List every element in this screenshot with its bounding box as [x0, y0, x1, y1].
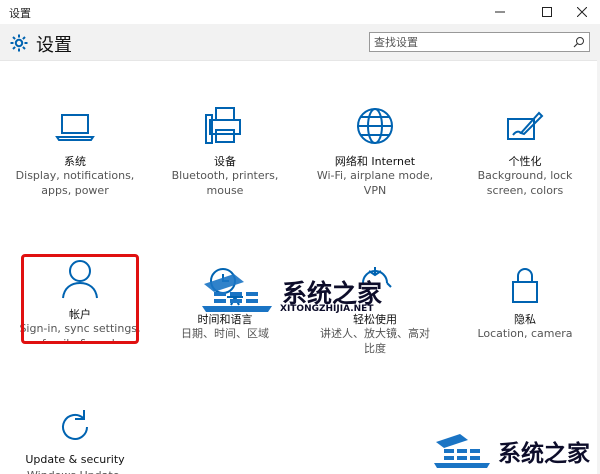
tile-desc-line: screen, colors: [486, 184, 564, 197]
maximize-icon: [542, 7, 552, 17]
page-title: 设置: [36, 35, 72, 56]
close-button[interactable]: [562, 0, 600, 24]
tile-desc-line: Bluetooth, printers,: [171, 169, 279, 182]
accounts-highlight-box: [21, 254, 139, 344]
tile-title: Update & security: [25, 453, 125, 466]
minimize-icon: [495, 11, 505, 13]
tile-desc-line: Location, camera: [477, 327, 573, 340]
tile-desc-line: mouse: [206, 184, 244, 197]
tile-title: 个性化: [508, 155, 542, 168]
tile-desc-line: VPN: [363, 184, 387, 197]
laptop-icon: [55, 114, 95, 141]
gear-icon: [10, 34, 28, 52]
tile-desc-line: 讲述人、放大镜、高对: [320, 327, 430, 340]
tile-title: 设备: [214, 155, 236, 168]
minimize-button[interactable]: [480, 0, 520, 24]
tile-desc-line: Windows Update,: [5, 468, 145, 474]
tile-desc-line: apps, power: [41, 184, 109, 197]
lock-icon: [512, 268, 538, 303]
tile-desc-line: 比度: [364, 342, 386, 355]
tile-title: 隐私: [514, 313, 536, 326]
globe-icon: [357, 108, 393, 144]
printer-icon: [205, 107, 241, 144]
watermark-logo-icon: [434, 434, 490, 468]
tile-network[interactable]: 网络和 Internet Wi-Fi, airplane mode, VPN: [305, 105, 445, 205]
maximize-button[interactable]: [527, 0, 567, 24]
tile-update-security[interactable]: Update & security Windows Update,: [5, 405, 145, 474]
watermark-center: 系统之家 XITONGZHIJIA.NET: [200, 270, 410, 315]
tile-title: 系统: [64, 155, 86, 168]
window-title: 设置: [9, 7, 31, 20]
watermark-brand: 系统之家: [498, 441, 590, 467]
tile-desc-line: 日期、时间、区域: [181, 327, 269, 340]
tile-personalization[interactable]: 个性化 Background, lock screen, colors: [455, 105, 595, 205]
tile-desc-line: Display, notifications,: [15, 169, 135, 182]
search-input[interactable]: [374, 34, 564, 50]
search-box[interactable]: [369, 32, 590, 52]
tile-devices[interactable]: 设备 Bluetooth, printers, mouse: [155, 105, 295, 205]
tile-desc-line: Background, lock: [477, 169, 573, 182]
tile-desc-line: Wi-Fi, airplane mode,: [316, 169, 434, 182]
tile-title: 网络和 Internet: [334, 155, 416, 168]
watermark-logo-icon: [202, 274, 272, 312]
paint-brush-icon: [507, 111, 544, 140]
close-icon: [577, 7, 587, 17]
search-icon[interactable]: [573, 36, 585, 48]
watermark-corner: 系统之家: [432, 430, 598, 472]
title-bar: 设置: [0, 0, 600, 24]
watermark-sub: XITONGZHIJIA.NET: [280, 304, 374, 314]
tile-privacy[interactable]: 隐私 Location, camera: [455, 263, 595, 343]
tile-system[interactable]: 系统 Display, notifications, apps, power: [5, 105, 145, 205]
refresh-icon: [62, 410, 88, 440]
